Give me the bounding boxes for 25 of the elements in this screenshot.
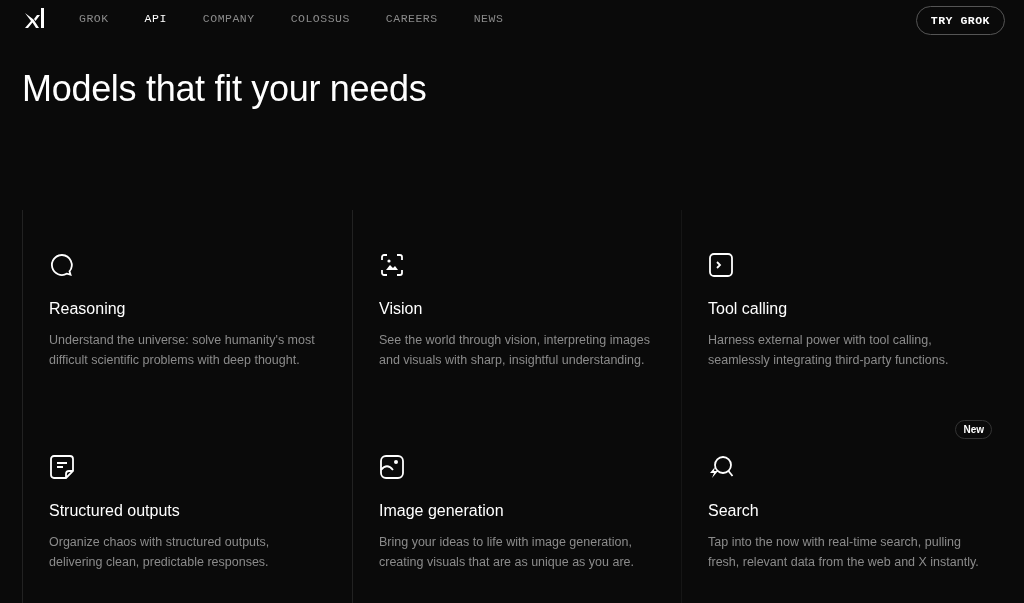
page-heading: Models that fit your needs bbox=[22, 68, 428, 110]
nav-link[interactable]: API bbox=[144, 11, 167, 25]
feature-description: Organize chaos with structured outputs, delivering clean, predictable responses. bbox=[49, 534, 271, 571]
nav-link[interactable]: COMPANY bbox=[202, 11, 255, 25]
feature-title: Vision bbox=[379, 300, 424, 318]
feature-title: Image generation bbox=[379, 502, 505, 520]
nav-link[interactable]: CAREERS bbox=[385, 11, 438, 25]
feature-description: Harness external power with tool calling, seamlessly integrating third-party functions. bbox=[708, 332, 950, 369]
feature-description: Tap into the now with real-time search, pulling fresh, relevant data from the web and X instantly. bbox=[708, 534, 980, 571]
image-edit-icon bbox=[379, 454, 405, 480]
nav-link[interactable]: GROK bbox=[79, 11, 109, 25]
nav-link[interactable]: NEWS bbox=[473, 11, 504, 25]
nav-link[interactable]: COLOSSUS bbox=[290, 11, 350, 25]
feature-title: Tool calling bbox=[708, 300, 789, 318]
feature-title: Search bbox=[708, 502, 760, 520]
note-icon bbox=[49, 454, 75, 480]
feature-title: Reasoning bbox=[49, 300, 127, 318]
feature-description: Bring your ideas to life with image generation, creating visuals that are as unique as you are. bbox=[379, 534, 635, 571]
terminal-icon bbox=[708, 252, 734, 278]
image-scan-icon bbox=[379, 252, 405, 278]
feature-description: See the world through vision, interpreting images and visuals with sharp, insightful understanding. bbox=[379, 332, 651, 369]
logo-icon[interactable] bbox=[24, 7, 46, 29]
feature-description: Understand the universe: solve humanity's most difficult scientific problems with deep thought. bbox=[49, 332, 316, 369]
speech-bubble-icon bbox=[49, 252, 75, 278]
feature-title: Structured outputs bbox=[49, 502, 181, 520]
